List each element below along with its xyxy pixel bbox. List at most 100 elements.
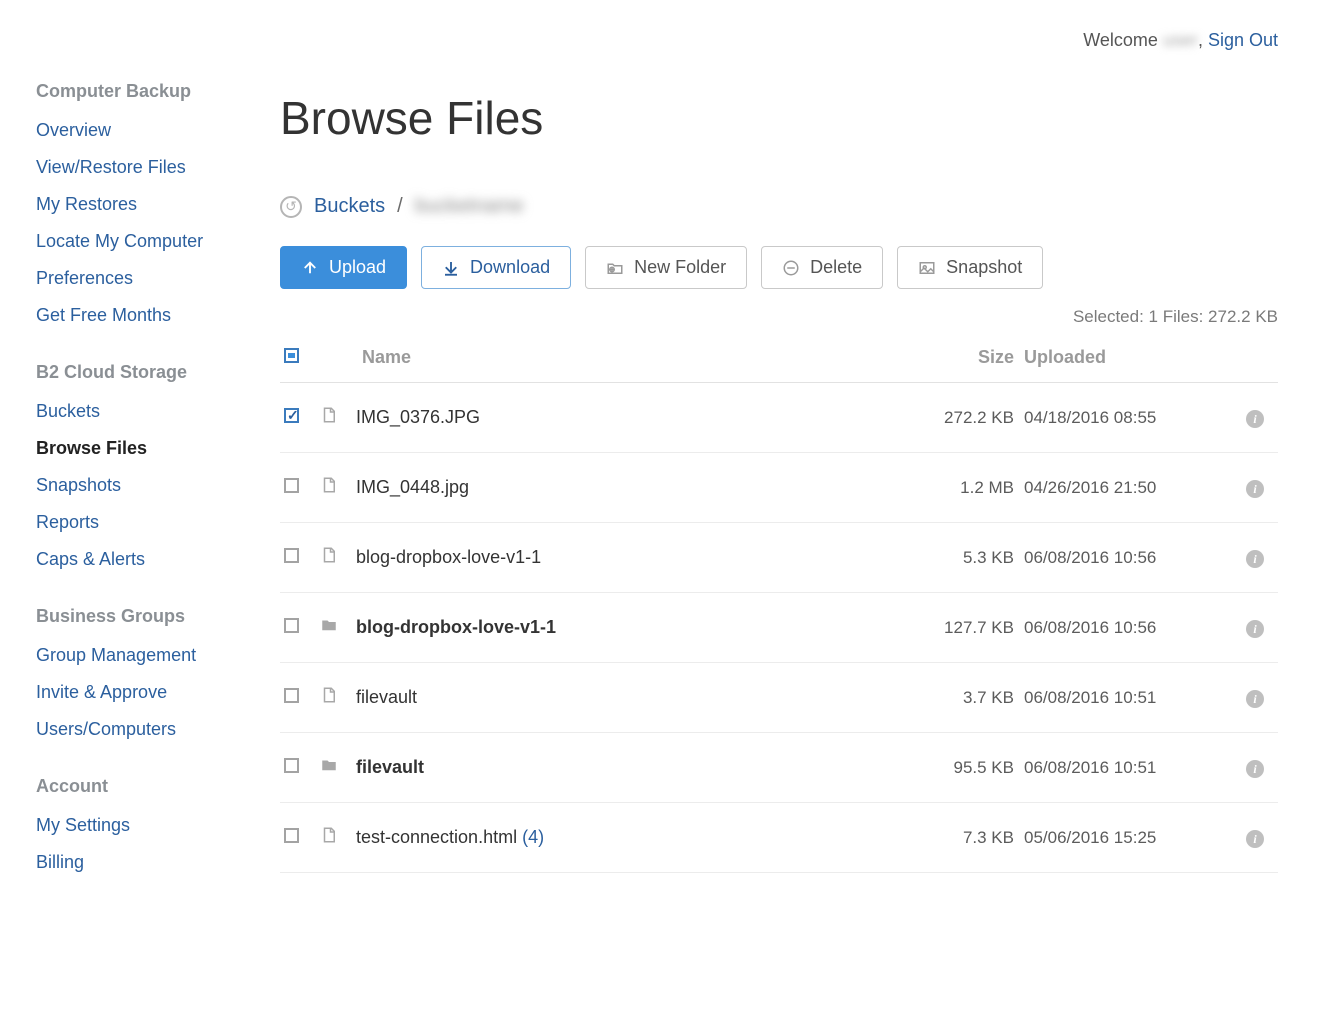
row-checkbox[interactable] xyxy=(284,408,299,423)
table-row[interactable]: filevault 3.7 KB06/08/2016 10:51 i xyxy=(280,663,1278,733)
file-uploaded: 05/06/2016 15:25 xyxy=(1014,828,1214,848)
sidebar-item-snapshots[interactable]: Snapshots xyxy=(36,467,240,504)
sidebar-item-group-mgmt[interactable]: Group Management xyxy=(36,637,240,674)
row-checkbox[interactable] xyxy=(284,758,299,773)
col-size[interactable]: Size xyxy=(914,347,1014,368)
sidebar-item-preferences[interactable]: Preferences xyxy=(36,260,240,297)
new-folder-button[interactable]: New Folder xyxy=(585,246,747,289)
delete-label: Delete xyxy=(810,257,862,278)
file-name[interactable]: test-connection.html xyxy=(356,827,517,847)
info-icon[interactable]: i xyxy=(1246,690,1264,708)
delete-button[interactable]: Delete xyxy=(761,246,883,289)
sidebar-item-caps-alerts[interactable]: Caps & Alerts xyxy=(36,541,240,578)
file-size: 1.2 MB xyxy=(914,478,1014,498)
file-name[interactable]: filevault xyxy=(356,687,417,707)
back-icon[interactable]: ↺ xyxy=(280,196,302,218)
sidebar-section-title: B2 Cloud Storage xyxy=(36,362,240,383)
download-button[interactable]: Download xyxy=(421,246,571,289)
sidebar: Computer Backup OverviewView/Restore File… xyxy=(0,51,240,881)
col-name[interactable]: Name xyxy=(356,347,914,368)
info-icon[interactable]: i xyxy=(1246,410,1264,428)
table-row[interactable]: IMG_0448.jpg 1.2 MB04/26/2016 21:50 i xyxy=(280,453,1278,523)
info-icon[interactable]: i xyxy=(1246,550,1264,568)
sidebar-section-title: Account xyxy=(36,776,240,797)
breadcrumb-root[interactable]: Buckets xyxy=(314,195,385,218)
folder-icon xyxy=(320,755,338,775)
col-uploaded[interactable]: Uploaded xyxy=(1014,347,1214,368)
file-uploaded: 04/18/2016 08:55 xyxy=(1014,408,1214,428)
topbar: Welcome user, Sign Out xyxy=(0,0,1328,51)
sidebar-item-users-computers[interactable]: Users/Computers xyxy=(36,711,240,748)
table-row[interactable]: filevault95.5 KB06/08/2016 10:51i xyxy=(280,733,1278,803)
table-row[interactable]: IMG_0376.JPG 272.2 KB04/18/2016 08:55 i xyxy=(280,383,1278,453)
file-size: 5.3 KB xyxy=(914,548,1014,568)
snapshot-button[interactable]: Snapshot xyxy=(897,246,1043,289)
selection-summary: Selected: 1 Files: 272.2 KB xyxy=(280,307,1278,327)
file-size: 7.3 KB xyxy=(914,828,1014,848)
file-name[interactable]: blog-dropbox-love-v1-1 xyxy=(356,617,556,637)
upload-icon xyxy=(301,259,319,277)
info-icon[interactable]: i xyxy=(1246,760,1264,778)
sidebar-item-overview[interactable]: Overview xyxy=(36,112,240,149)
sign-out-link[interactable]: Sign Out xyxy=(1208,30,1278,50)
file-size: 95.5 KB xyxy=(914,758,1014,778)
table-row[interactable]: blog-dropbox-love-v1-1 127.7 KB06/08/2016… xyxy=(280,593,1278,663)
file-size: 127.7 KB xyxy=(914,618,1014,638)
upload-label: Upload xyxy=(329,257,386,278)
main-content: Browse Files ↺ Buckets / bucketname Uplo… xyxy=(240,51,1328,913)
breadcrumb-current: bucketname xyxy=(415,195,524,218)
sidebar-item-billing[interactable]: Billing xyxy=(36,844,240,881)
delete-icon xyxy=(782,259,800,277)
sidebar-section-title: Computer Backup xyxy=(36,81,240,102)
row-checkbox[interactable] xyxy=(284,478,299,493)
file-uploaded: 06/08/2016 10:56 xyxy=(1014,548,1214,568)
snapshot-label: Snapshot xyxy=(946,257,1022,278)
download-label: Download xyxy=(470,257,550,278)
file-name[interactable]: IMG_0448.jpg xyxy=(356,477,469,497)
file-uploaded: 04/26/2016 21:50 xyxy=(1014,478,1214,498)
file-icon xyxy=(320,475,338,495)
sidebar-item-my-restores[interactable]: My Restores xyxy=(36,186,240,223)
table-header: Name Size Uploaded xyxy=(280,333,1278,383)
file-icon xyxy=(320,545,338,565)
file-uploaded: 06/08/2016 10:56 xyxy=(1014,618,1214,638)
row-checkbox[interactable] xyxy=(284,618,299,633)
file-icon xyxy=(320,685,338,705)
snapshot-icon xyxy=(918,259,936,277)
breadcrumb: ↺ Buckets / bucketname xyxy=(280,195,1278,218)
sidebar-item-browse-files[interactable]: Browse Files xyxy=(36,430,240,467)
sidebar-item-view-restore[interactable]: View/Restore Files xyxy=(36,149,240,186)
sidebar-item-locate[interactable]: Locate My Computer xyxy=(36,223,240,260)
sidebar-item-invite-approve[interactable]: Invite & Approve xyxy=(36,674,240,711)
info-icon[interactable]: i xyxy=(1246,620,1264,638)
toolbar: Upload Download New Folder Delete Snapsh… xyxy=(280,246,1278,289)
upload-button[interactable]: Upload xyxy=(280,246,407,289)
sidebar-item-buckets[interactable]: Buckets xyxy=(36,393,240,430)
select-all-checkbox[interactable] xyxy=(284,348,299,363)
file-name[interactable]: IMG_0376.JPG xyxy=(356,407,480,427)
row-checkbox[interactable] xyxy=(284,548,299,563)
info-icon[interactable]: i xyxy=(1246,830,1264,848)
welcome-label: Welcome xyxy=(1083,30,1158,50)
file-size: 272.2 KB xyxy=(914,408,1014,428)
file-uploaded: 06/08/2016 10:51 xyxy=(1014,688,1214,708)
file-size: 3.7 KB xyxy=(914,688,1014,708)
row-checkbox[interactable] xyxy=(284,688,299,703)
folder-icon xyxy=(320,615,338,635)
table-row[interactable]: test-connection.html (4) 7.3 KB05/06/2016… xyxy=(280,803,1278,873)
sidebar-item-my-settings[interactable]: My Settings xyxy=(36,807,240,844)
table-row[interactable]: blog-dropbox-love-v1-1 5.3 KB06/08/2016 1… xyxy=(280,523,1278,593)
version-count[interactable]: (4) xyxy=(517,827,544,847)
file-name[interactable]: filevault xyxy=(356,757,424,777)
sidebar-item-reports[interactable]: Reports xyxy=(36,504,240,541)
file-icon xyxy=(320,825,338,845)
new-folder-icon xyxy=(606,259,624,277)
file-table: Name Size Uploaded IMG_0376.JPG272.2 KB0… xyxy=(280,333,1278,873)
username-obscured: user xyxy=(1163,30,1198,51)
breadcrumb-sep: / xyxy=(397,195,403,218)
file-icon xyxy=(320,405,338,425)
info-icon[interactable]: i xyxy=(1246,480,1264,498)
sidebar-item-free-months[interactable]: Get Free Months xyxy=(36,297,240,334)
file-name[interactable]: blog-dropbox-love-v1-1 xyxy=(356,547,541,567)
row-checkbox[interactable] xyxy=(284,828,299,843)
